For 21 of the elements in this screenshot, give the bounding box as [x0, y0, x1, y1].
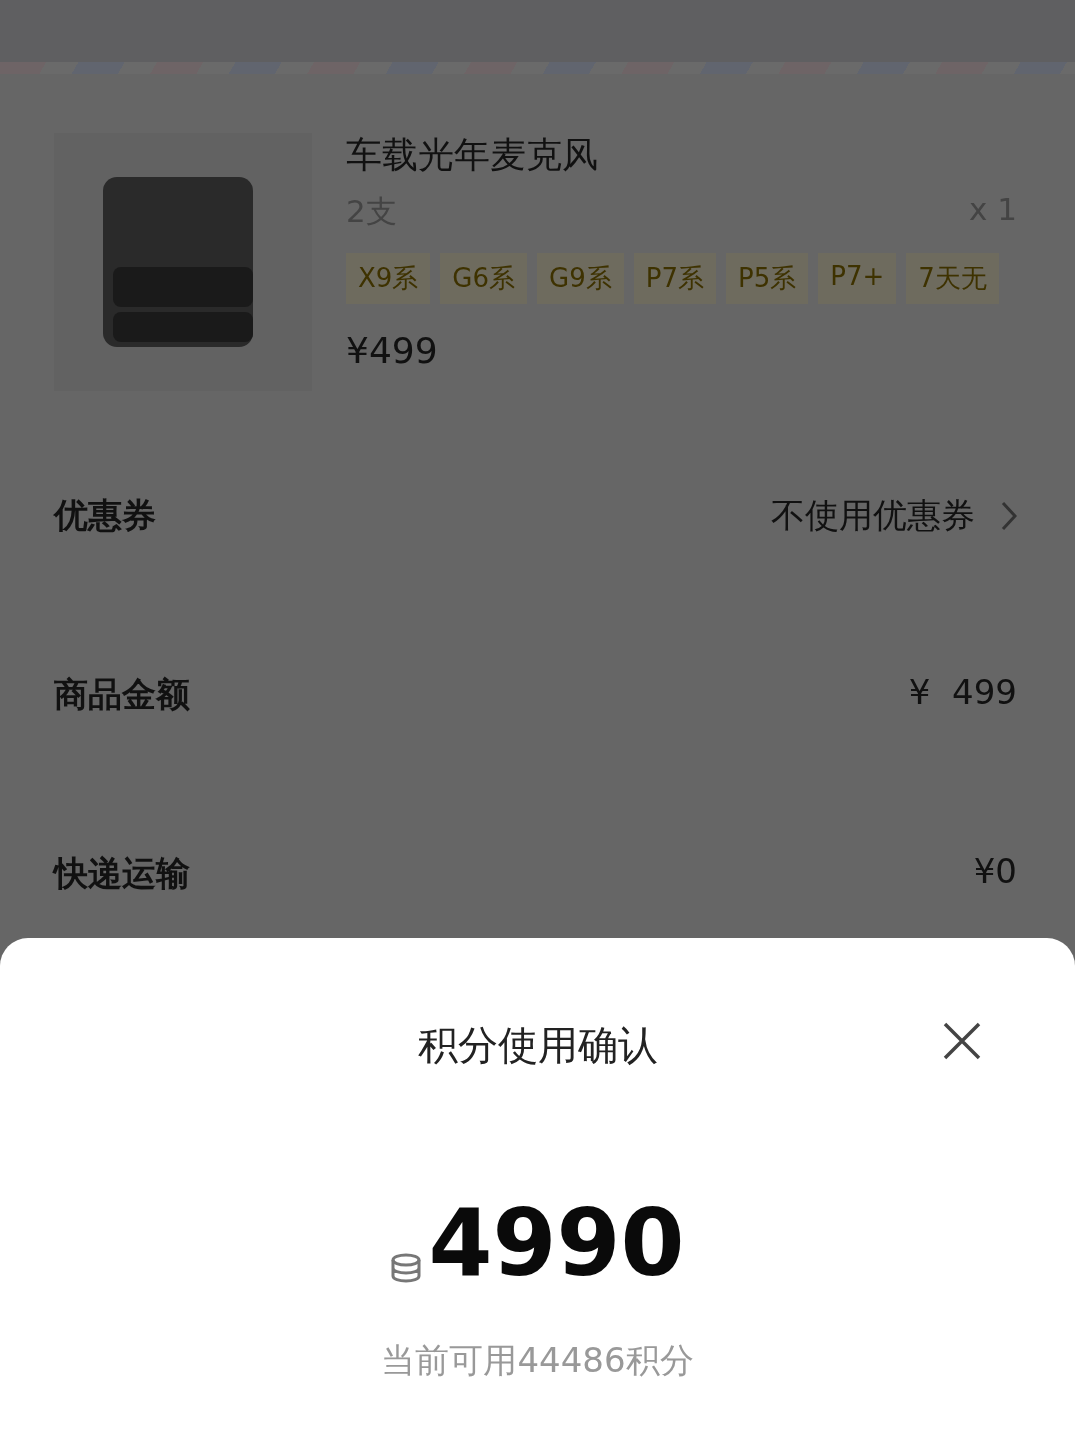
model-tag: P7系 — [633, 253, 716, 304]
chevron-right-icon — [1001, 501, 1017, 531]
points-amount: 4990 — [428, 1198, 685, 1290]
row-label: 商品金额 — [54, 673, 190, 716]
row-label: 优惠券 — [54, 494, 156, 537]
product-price: ¥499 — [346, 330, 439, 371]
close-button[interactable] — [943, 1022, 981, 1060]
model-tag: P5系 — [726, 253, 809, 304]
available-points: 当前可用44486积分 — [381, 1339, 694, 1382]
model-tag: G9系 — [537, 253, 624, 304]
row-label: 快递运输 — [54, 852, 190, 895]
row-value: ¥ 499 — [908, 672, 1017, 712]
row-value: ¥0 — [973, 851, 1017, 891]
model-tag: 7天无 — [906, 253, 999, 304]
model-tag: G6系 — [440, 253, 528, 304]
coins-icon — [390, 1252, 423, 1284]
product-title: 车载光年麦克风 — [346, 133, 599, 177]
row-value[interactable]: 不使用优惠券 — [771, 493, 975, 539]
model-tag: X9系 — [346, 253, 431, 304]
model-tag: P7+ — [818, 253, 897, 304]
dialog-title: 积分使用确认 — [417, 1021, 658, 1070]
